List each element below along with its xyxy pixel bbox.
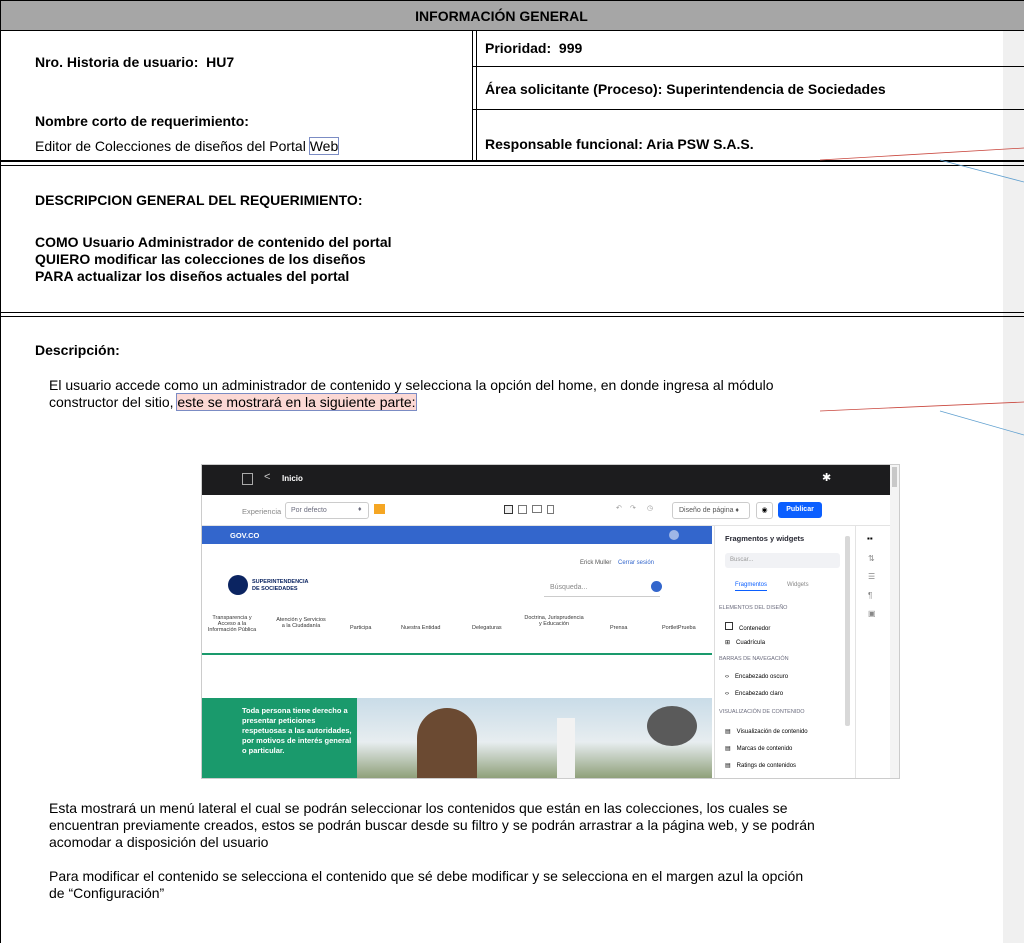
editor-toolbar: Experiencia Por defecto ♦ ↶ ↷ ◷ Diseño d… [202, 495, 899, 526]
comments-rail-icon[interactable]: ▣ [868, 609, 876, 618]
site-search-input[interactable]: Búsqueda... [544, 580, 660, 597]
publish-button[interactable]: Publicar [778, 502, 822, 518]
supersociedades-logo-icon [228, 575, 248, 595]
history-icon[interactable]: ◷ [647, 504, 653, 512]
logout-link[interactable]: Cerrar sesión [618, 560, 654, 566]
hero-image [357, 698, 712, 778]
govco-logo: GOV.CO [230, 531, 260, 540]
fragment-item[interactable]: ‹› Encabezado oscuro [725, 674, 788, 680]
hero-text: Toda persona tiene derecho a presentar p… [242, 706, 352, 755]
fragment-item[interactable]: ▤ Visualización de contenido [725, 728, 808, 735]
experience-menu-icon[interactable] [374, 504, 385, 514]
section-header: INFORMACIÓN GENERAL [415, 8, 588, 24]
comment-connectors [820, 147, 1024, 436]
description-p2-line2: encuentran previamente creados, estos se… [49, 817, 815, 833]
short-name-value: Editor de Colecciones de diseños del Por… [35, 137, 340, 155]
device-phone-icon[interactable] [547, 505, 554, 514]
fragment-item[interactable]: ▤ Marcas de contenido [725, 745, 792, 752]
container-icon [725, 622, 733, 630]
fragment-item[interactable]: Contenedor [725, 622, 770, 632]
device-desktop-icon[interactable] [504, 505, 513, 514]
panel-title: Fragmentos y widgets [725, 534, 805, 543]
nav-item[interactable]: Nuestra Entidad [401, 625, 440, 631]
description-title: Descripción: [35, 342, 120, 358]
fragment-item[interactable]: ▤ Ratings de contenidos [725, 762, 796, 769]
content-icon: ▤ [725, 746, 731, 752]
preview-eye-icon[interactable]: ◉ [756, 502, 773, 519]
nav-item[interactable]: Delegaturas [472, 625, 502, 631]
commented-phrase: este se mostrará en la siguiente parte: [176, 393, 417, 411]
priority-value: 999 [558, 40, 583, 56]
editor-top-bar: < Inicio ✱ [202, 465, 899, 495]
requirement-para: PARA actualizar los diseños actuales del… [35, 268, 350, 284]
paint-rail-icon[interactable]: ¶ [868, 591, 872, 600]
document-page: INFORMACIÓN GENERAL Nro. Historia de usu… [0, 0, 1024, 943]
tab-fragments[interactable]: Fragmentos [735, 582, 768, 591]
story-number-value: HU7 [206, 54, 235, 70]
description-p2-line3: acomodar a disposición del usuario [49, 834, 269, 850]
nav-item[interactable]: Transparencia y Acceso a la Información … [204, 615, 260, 633]
structure-rail-icon[interactable]: ⇅ [868, 554, 875, 563]
section-title: BARRAS DE NAVEGACIÓN [719, 656, 789, 662]
nav-underline [202, 653, 712, 655]
experience-select[interactable]: Por defecto ♦ [285, 502, 369, 519]
site-search-icon[interactable] [651, 581, 662, 592]
fragment-item[interactable]: ⊞ Cuadrícula [725, 639, 765, 646]
sidebar-toggle-icon [242, 473, 253, 485]
description-p1-line2: constructor del sitio, este se mostrará … [49, 393, 417, 411]
section-title: VISUALIZACIÓN DE CONTENIDO [719, 709, 805, 715]
page-title: Inicio [282, 474, 303, 483]
logo-line2: DE SOCIEDADES [252, 586, 298, 592]
requirement-como: COMO Usuario Administrador de contenido … [35, 234, 392, 250]
nav-item[interactable]: PortletPrueba [662, 625, 696, 631]
nav-item[interactable]: Atención y Servicios a la Ciudadanía [275, 617, 327, 629]
code-icon: ‹› [725, 691, 729, 697]
nav-item[interactable]: Participa [350, 625, 371, 631]
govco-bar: GOV.CO [202, 526, 712, 544]
language-badge [669, 530, 679, 540]
commented-word: Web [308, 137, 340, 155]
site-nav: Transparencia y Acceso a la Información … [202, 613, 712, 663]
short-name-label: Nombre corto de requerimiento: [35, 113, 249, 129]
tab-widgets[interactable]: Widgets [787, 582, 809, 588]
code-icon: ‹› [725, 674, 729, 680]
fragments-rail-icon[interactable]: ▪▪ [867, 534, 873, 543]
requirement-quiero: QUIERO modificar las colecciones de los … [35, 251, 366, 267]
design-select[interactable]: Diseño de página ♦ [672, 502, 750, 519]
redo-icon[interactable]: ↷ [630, 504, 636, 512]
embedded-screenshot: < Inicio ✱ Experiencia Por defecto ♦ ↶ ↷… [201, 464, 900, 779]
side-rail: ▪▪ ⇅ ☰ ¶ ▣ [855, 526, 888, 778]
experience-label: Experiencia [242, 507, 282, 516]
description-p3-line1: Para modificar el contenido se seleccion… [49, 868, 804, 884]
logo-line1: SUPERINTENDENCIA [252, 579, 309, 585]
panel-search-input[interactable]: Buscar... [725, 553, 840, 568]
priority: Prioridad: 999 [485, 40, 583, 56]
hero-green-panel: Toda persona tiene derecho a presentar p… [202, 698, 357, 778]
description-p1-line1: El usuario accede como un administrador … [49, 377, 774, 393]
content-icon: ▤ [725, 729, 731, 735]
list-rail-icon[interactable]: ☰ [868, 572, 875, 581]
window-scrollbar[interactable] [890, 465, 899, 778]
story-number: Nro. Historia de usuario: HU7 [35, 54, 235, 70]
panel-scrollbar[interactable] [845, 536, 850, 726]
device-landscape-icon[interactable] [532, 505, 542, 513]
functional-responsible: Responsable funcional: Aria PSW S.A.S. [485, 136, 754, 152]
nav-item[interactable]: Doctrina, Jurisprudencia y Educación [524, 615, 584, 627]
user-name: Erick Muller [580, 560, 612, 566]
page-canvas: GOV.CO Erick Muller Cerrar sesión SUPERI… [202, 526, 712, 778]
fragments-panel: Fragmentos y widgets Buscar... Fragmento… [714, 526, 855, 778]
grid-icon: ⊞ [725, 640, 731, 646]
back-icon: < [264, 471, 271, 483]
requesting-area: Área solicitante (Proceso): Superintende… [485, 81, 886, 97]
nav-item[interactable]: Prensa [610, 625, 627, 631]
fragment-item[interactable]: ‹› Encabezado claro [725, 691, 783, 697]
content-icon: ▤ [725, 763, 731, 769]
undo-icon[interactable]: ↶ [616, 504, 622, 512]
settings-icon: ✱ [822, 472, 832, 484]
description-p2-line1: Esta mostrará un menú lateral el cual se… [49, 800, 788, 816]
device-tablet-icon[interactable] [518, 505, 527, 514]
section-title: ELEMENTOS DEL DISEÑO [719, 605, 788, 611]
requirement-title: DESCRIPCION GENERAL DEL REQUERIMIENTO: [35, 192, 363, 208]
description-p3-line2: de “Configuración” [49, 885, 165, 901]
